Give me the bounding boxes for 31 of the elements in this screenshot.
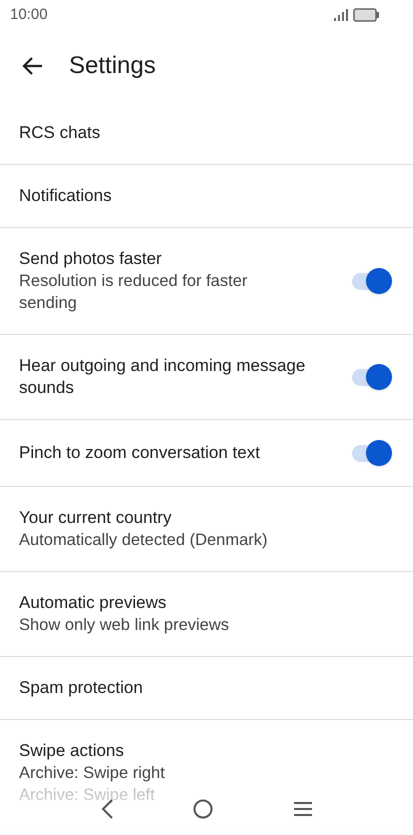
settings-row[interactable]: RCS chats xyxy=(0,102,413,165)
setting-title: Hear outgoing and incoming message sounds xyxy=(19,355,306,399)
setting-title: Send photos faster xyxy=(19,248,163,270)
settings-row[interactable]: Notifications xyxy=(0,165,413,228)
settings-row[interactable]: Your current country Automatically detected (Denmark) xyxy=(0,487,413,572)
settings-row[interactable]: Spam protection xyxy=(0,657,413,720)
settings-row[interactable]: Send photos faster Resolution is reduced for faster sending xyxy=(0,228,413,335)
home-nav-icon[interactable] xyxy=(193,799,214,819)
setting-subtitle: Show only web link previews xyxy=(19,615,230,636)
toggle-switch[interactable] xyxy=(352,268,392,294)
toggle-switch[interactable] xyxy=(352,440,392,466)
setting-subtitle: Automatically detected (Denmark) xyxy=(19,530,269,551)
settings-row[interactable]: Hear outgoing and incoming message sounds xyxy=(0,335,413,420)
setting-subtitle: Archive: Swipe right xyxy=(19,763,166,784)
setting-subtitle: Resolution is reduced for faster sending xyxy=(19,271,248,314)
status-time: 10:00 xyxy=(10,4,48,25)
signal-icon xyxy=(333,9,349,21)
setting-subtitle: Archive: Swipe left xyxy=(19,785,156,806)
settings-row[interactable]: Automatic previews Show only web link previews xyxy=(0,572,413,657)
setting-title: Automatic previews xyxy=(19,592,168,614)
setting-title: RCS chats xyxy=(19,122,102,144)
setting-title: Pinch to zoom conversation text xyxy=(19,442,261,464)
menu-nav-icon[interactable] xyxy=(293,801,314,817)
battery-icon xyxy=(353,8,380,22)
settings-row[interactable]: Pinch to zoom conversation text xyxy=(0,420,413,487)
page-title: Settings xyxy=(69,51,156,81)
setting-title: Notifications xyxy=(19,185,113,207)
toggle-switch[interactable] xyxy=(352,364,392,390)
setting-title: Swipe actions xyxy=(19,740,125,762)
setting-title: Your current country xyxy=(19,507,172,529)
setting-title: Spam protection xyxy=(19,677,144,699)
